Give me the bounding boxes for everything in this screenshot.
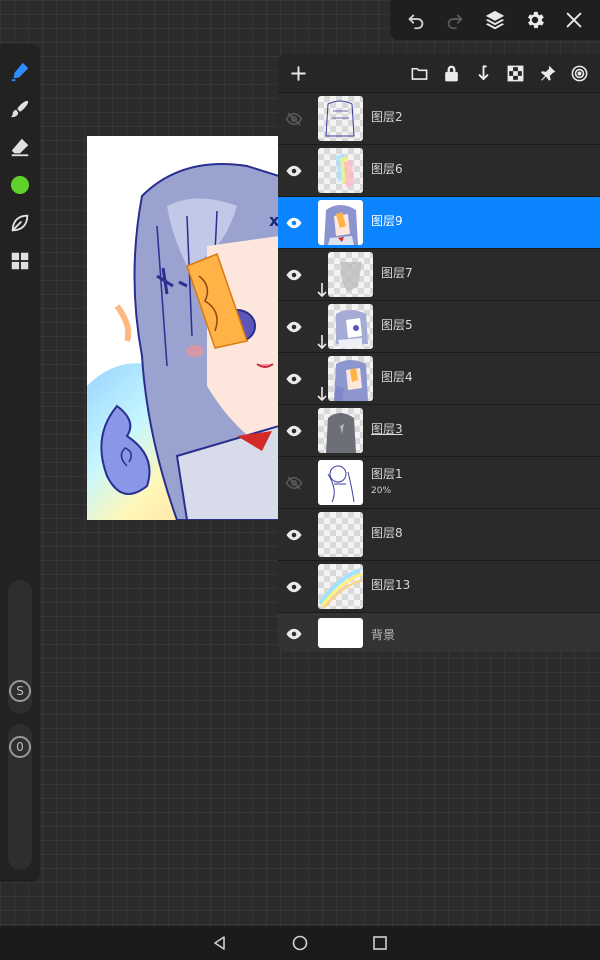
leaf-icon[interactable] [7, 210, 33, 236]
system-nav-bar [0, 926, 600, 960]
layer-thumbnail [318, 96, 363, 141]
tool-rail: S 0 [0, 44, 40, 882]
layer-thumbnail [318, 512, 363, 557]
eye-icon[interactable] [284, 213, 304, 233]
size-slider-knob[interactable]: S [9, 680, 31, 702]
layer-row-selected[interactable]: 图层9 [278, 196, 600, 248]
recents-icon[interactable] [368, 931, 392, 955]
eye-icon[interactable] [284, 161, 304, 181]
opacity-slider-knob[interactable]: 0 [9, 736, 31, 758]
layer-thumbnail [318, 564, 363, 609]
spiral-icon[interactable] [566, 60, 592, 86]
layer-opacity: 20% [371, 486, 392, 496]
close-icon[interactable] [560, 6, 588, 34]
layer-row[interactable]: 图层13 [278, 560, 600, 612]
smudge-icon[interactable] [7, 96, 33, 122]
layer-name: 图层9 [371, 214, 403, 228]
layer-thumbnail [318, 148, 363, 193]
clipping-mask-icon [316, 283, 328, 297]
layers-icon[interactable] [481, 6, 509, 34]
layer-row[interactable]: 图层8 [278, 508, 600, 560]
layer-thumbnail [328, 304, 373, 349]
layer-name: 背景 [371, 628, 396, 642]
layer-thumbnail [318, 460, 363, 505]
layer-thumbnail [318, 408, 363, 453]
layer-name: 图层1 [371, 467, 403, 481]
layer-name: 图层5 [381, 318, 413, 332]
add-layer-icon[interactable] [286, 61, 310, 85]
layer-row[interactable]: 图层5 [278, 300, 600, 352]
layers-panel: 图层2 图层6 图层9 图层7 图层5 图层4 图层3 图层1 20% 图层8 … [278, 54, 600, 652]
settings-icon[interactable] [521, 6, 549, 34]
layer-thumbnail [328, 356, 373, 401]
brush-size-slider[interactable]: S [8, 580, 32, 714]
eye-hidden-icon[interactable] [284, 473, 304, 493]
layer-name: 图层7 [381, 266, 413, 280]
merge-down-icon[interactable] [470, 60, 496, 86]
clipping-mask-icon [316, 335, 328, 349]
back-icon[interactable] [208, 931, 232, 955]
layer-name: 图层13 [371, 578, 411, 592]
layer-name: 图层3 [371, 422, 403, 436]
layer-thumbnail [328, 252, 373, 297]
pen-icon[interactable] [7, 58, 33, 84]
eye-icon[interactable] [284, 577, 304, 597]
background-layer-row[interactable]: 背景 [278, 612, 600, 652]
transparency-icon[interactable] [502, 60, 528, 86]
eye-hidden-icon[interactable] [284, 109, 304, 129]
layer-row[interactable]: 图层4 [278, 352, 600, 404]
layer-row[interactable]: 图层2 [278, 92, 600, 144]
layer-row[interactable]: 图层3 [278, 404, 600, 456]
background-thumbnail [318, 618, 363, 648]
layers-toolbar [278, 54, 600, 92]
layer-name: 图层6 [371, 162, 403, 176]
layer-row[interactable]: 图层7 [278, 248, 600, 300]
layer-row[interactable]: 图层6 [278, 144, 600, 196]
top-toolbar [390, 0, 600, 40]
layer-name: 图层8 [371, 526, 403, 540]
grid-icon[interactable] [7, 248, 33, 274]
color-swatch[interactable] [7, 172, 33, 198]
eye-icon[interactable] [284, 265, 304, 285]
undo-icon[interactable] [402, 6, 430, 34]
brush-opacity-slider[interactable]: 0 [8, 724, 32, 870]
layer-thumbnail [318, 200, 363, 245]
current-color-dot [11, 176, 29, 194]
layer-name: 图层4 [381, 370, 413, 384]
eye-icon[interactable] [284, 369, 304, 389]
eye-icon[interactable] [284, 525, 304, 545]
eraser-icon[interactable] [7, 134, 33, 160]
lock-icon[interactable] [438, 60, 464, 86]
pin-icon[interactable] [534, 60, 560, 86]
eye-icon[interactable] [284, 421, 304, 441]
layer-row[interactable]: 图层1 20% [278, 456, 600, 508]
redo-icon[interactable] [441, 6, 469, 34]
canvas-artwork[interactable]: x [87, 136, 279, 520]
eye-icon[interactable] [284, 317, 304, 337]
layer-name: 图层2 [371, 110, 403, 124]
folder-icon[interactable] [406, 60, 432, 86]
clipping-mask-icon [316, 387, 328, 401]
home-icon[interactable] [288, 931, 312, 955]
eye-icon[interactable] [284, 624, 304, 644]
